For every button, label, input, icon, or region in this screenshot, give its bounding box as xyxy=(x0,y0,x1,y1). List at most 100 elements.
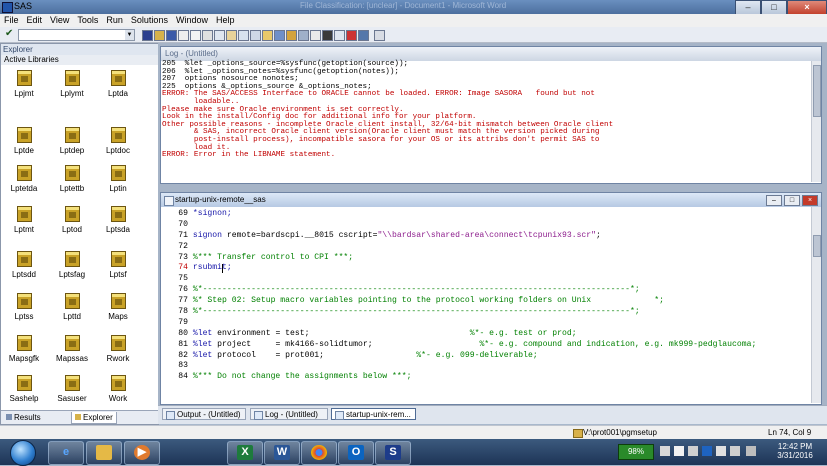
library-lptde[interactable]: Lptde xyxy=(4,127,44,155)
print-icon[interactable] xyxy=(178,30,189,41)
break-icon[interactable] xyxy=(346,30,357,41)
editor-scroll-thumb[interactable] xyxy=(813,235,821,257)
code-line[interactable]: 79 xyxy=(162,318,809,329)
new-library-icon[interactable] xyxy=(250,30,261,41)
maximize-button[interactable]: □ xyxy=(761,0,787,15)
library-mapsgfk[interactable]: Mapsgfk xyxy=(4,335,44,363)
code-line[interactable]: 71 signon remote=bardscpi.__8015 cscript… xyxy=(162,231,809,242)
library-lptetda[interactable]: Lptetda xyxy=(4,165,44,193)
tab-editor[interactable]: startup-unix-rem... xyxy=(331,408,416,420)
log-scrollbar[interactable] xyxy=(811,61,821,182)
command-box[interactable]: ▼ xyxy=(18,29,135,41)
code-line[interactable]: 80 %let environment = test; %*- e.g. tes… xyxy=(162,329,809,340)
library-lpjmt[interactable]: Lpjmt xyxy=(4,70,44,98)
close-button[interactable]: × xyxy=(787,0,827,15)
library-work[interactable]: Work xyxy=(98,375,138,403)
library-lptmt[interactable]: Lptmt xyxy=(4,206,44,234)
library-lptin[interactable]: Lptin xyxy=(98,165,138,193)
sas-explorer-icon[interactable] xyxy=(262,30,273,41)
library-lptdoc[interactable]: Lptdoc xyxy=(98,127,138,155)
bluetooth-icon[interactable] xyxy=(702,446,712,456)
up-folder-icon[interactable] xyxy=(274,30,285,41)
code-line[interactable]: 72 xyxy=(162,242,809,253)
library-mapssas[interactable]: Mapssas xyxy=(52,335,92,363)
clock[interactable]: 12:42 PM 3/31/2016 xyxy=(770,442,820,460)
editor-scrollbar[interactable] xyxy=(811,207,821,403)
menu-edit[interactable]: Edit xyxy=(23,14,47,27)
library-lptda[interactable]: Lptda xyxy=(98,70,138,98)
checkmark-icon[interactable]: ✔ xyxy=(5,28,13,39)
code-line[interactable]: 78 %*-----------------------------------… xyxy=(162,307,809,318)
cut-icon[interactable] xyxy=(202,30,213,41)
internet-explorer-icon[interactable]: e xyxy=(48,441,84,465)
menu-file[interactable]: File xyxy=(0,14,23,27)
minimize-button[interactable]: – xyxy=(735,0,761,15)
library-maps[interactable]: Maps xyxy=(98,293,138,321)
code-line[interactable]: 83 xyxy=(162,361,809,372)
list-icon[interactable] xyxy=(310,30,321,41)
details-icon[interactable] xyxy=(298,30,309,41)
code-line[interactable]: 69 *signon; xyxy=(162,209,809,220)
tab-output[interactable]: Output - (Untitled) xyxy=(162,408,246,420)
library-lptod[interactable]: Lptod xyxy=(52,206,92,234)
code-line[interactable]: 84 %*** Do not change the assignments be… xyxy=(162,372,809,383)
library-sashelp[interactable]: Sashelp xyxy=(4,375,44,403)
start-button[interactable] xyxy=(10,440,36,466)
editor-window[interactable]: startup-unix-remote__sas – □ × 69 *signo… xyxy=(160,192,822,405)
library-lptettb[interactable]: Lptettb xyxy=(52,165,92,193)
log-window[interactable]: Log - (Untitled) 205 %let _options_sourc… xyxy=(160,46,822,184)
submit-run-icon[interactable] xyxy=(322,30,333,41)
code-line[interactable]: 74 rsubmit; xyxy=(162,263,809,274)
paste-icon[interactable] xyxy=(226,30,237,41)
menu-view[interactable]: View xyxy=(46,14,73,27)
library-lptsda[interactable]: Lptsda xyxy=(98,206,138,234)
speaker-icon[interactable] xyxy=(746,446,756,456)
code-line[interactable]: 73 %*** Transfer control to CPI ***; xyxy=(162,253,809,264)
editor-close-button[interactable]: × xyxy=(802,195,818,206)
save-icon[interactable] xyxy=(166,30,177,41)
menu-run[interactable]: Run xyxy=(102,14,127,27)
word-icon[interactable]: W xyxy=(264,441,300,465)
library-lptsdd[interactable]: Lptsdd xyxy=(4,251,44,279)
menu-solutions[interactable]: Solutions xyxy=(127,14,172,27)
code-line[interactable]: 77 %* Step 02: Setup macro variables poi… xyxy=(162,296,809,307)
media-player-icon[interactable]: ▶ xyxy=(124,441,160,465)
battery-icon[interactable] xyxy=(688,446,698,456)
excel-icon[interactable]: X xyxy=(227,441,263,465)
clear-icon[interactable] xyxy=(334,30,345,41)
up-arrow-icon[interactable] xyxy=(374,30,385,41)
chrome-icon[interactable] xyxy=(301,441,337,465)
library-sasuser[interactable]: Sasuser xyxy=(52,375,92,403)
open-icon[interactable] xyxy=(154,30,165,41)
library-rwork[interactable]: Rwork xyxy=(98,335,138,363)
menu-tools[interactable]: Tools xyxy=(73,14,102,27)
log-scroll-thumb[interactable] xyxy=(813,65,821,117)
print-preview-icon[interactable] xyxy=(190,30,201,41)
file-explorer-icon[interactable] xyxy=(86,441,122,465)
menu-window[interactable]: Window xyxy=(172,14,212,27)
copy-icon[interactable] xyxy=(214,30,225,41)
editor-minimize-button[interactable]: – xyxy=(766,195,782,206)
chevron-down-icon[interactable]: ▼ xyxy=(125,30,134,40)
help-icon[interactable] xyxy=(358,30,369,41)
undo-icon[interactable] xyxy=(238,30,249,41)
network-icon[interactable] xyxy=(674,446,684,456)
code-line[interactable]: 82 %let protocol = prot001; %*- e.g. 099… xyxy=(162,351,809,362)
tab-log[interactable]: Log - (Untitled) xyxy=(250,408,328,420)
outlook-icon[interactable]: O xyxy=(338,441,374,465)
editor-restore-button[interactable]: □ xyxy=(784,195,800,206)
signal-icon[interactable] xyxy=(730,446,740,456)
menu-help[interactable]: Help xyxy=(212,14,239,27)
library-lptss[interactable]: Lptss xyxy=(4,293,44,321)
code-line[interactable]: 76 %*-----------------------------------… xyxy=(162,285,809,296)
current-path[interactable]: V:\prot001\pgmsetup xyxy=(583,428,657,437)
code-line[interactable]: 75 xyxy=(162,274,809,285)
flag-icon[interactable] xyxy=(660,446,670,456)
volume-icon[interactable] xyxy=(716,446,726,456)
battery-indicator[interactable]: 98% xyxy=(618,444,654,460)
new-icon[interactable] xyxy=(142,30,153,41)
library-lptsf[interactable]: Lptsf xyxy=(98,251,138,279)
library-lptdep[interactable]: Lptdep xyxy=(52,127,92,155)
editor-content[interactable]: 69 *signon; 70 71 signon remote=bardscpi.… xyxy=(162,209,809,383)
tab-results[interactable]: Results xyxy=(3,412,44,423)
